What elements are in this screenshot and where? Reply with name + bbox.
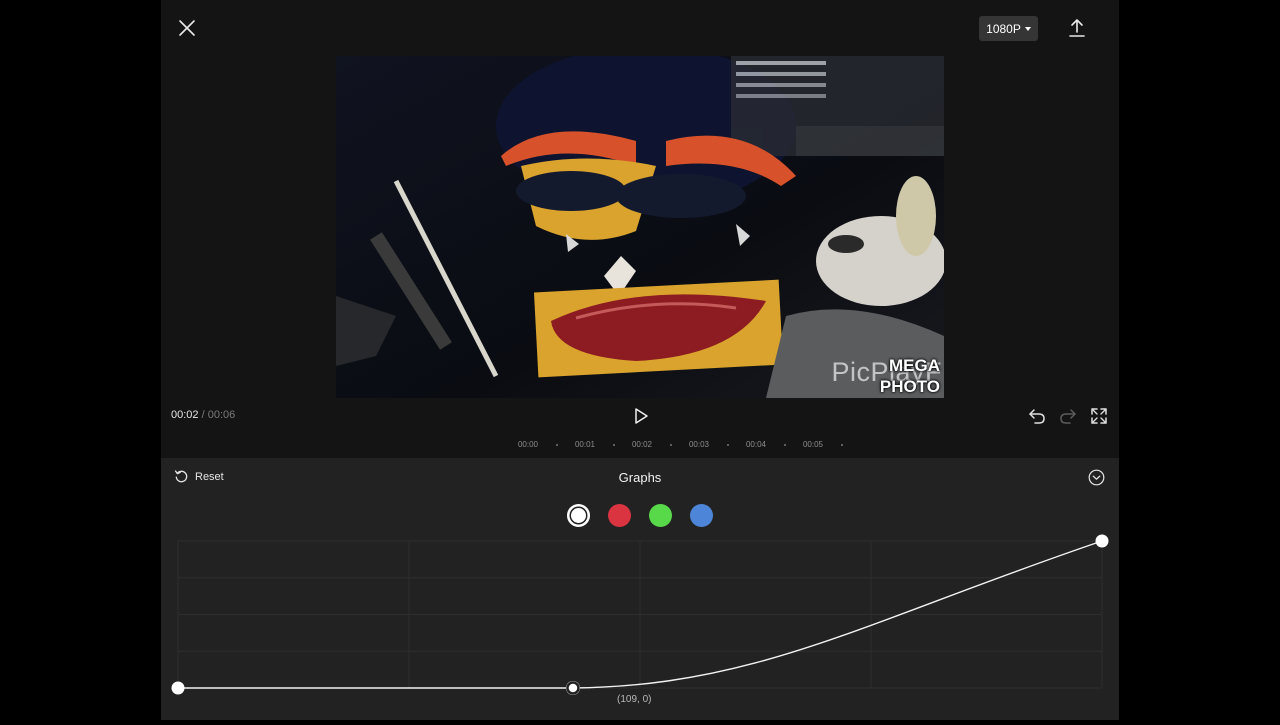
undo-button[interactable]	[1027, 406, 1047, 426]
watermark-brand-line2: PHOTO	[879, 377, 940, 396]
timecode: 00:02 / 00:06	[171, 409, 235, 421]
resolution-label: 1080P	[986, 21, 1021, 36]
channel-green-button[interactable]	[649, 504, 672, 527]
export-button[interactable]	[1065, 16, 1089, 40]
curve-point[interactable]	[1095, 534, 1109, 548]
ruler-tick-label: 00:05	[802, 440, 824, 449]
current-time: 00:02	[171, 409, 199, 421]
curve-grid	[177, 540, 1103, 689]
close-button[interactable]	[175, 16, 199, 40]
ruler-tick-label: 00:01	[574, 440, 596, 449]
video-frame	[336, 56, 944, 398]
ruler-tick-label: 00:02	[631, 440, 653, 449]
fullscreen-button[interactable]	[1089, 406, 1109, 426]
curve-editor[interactable]	[161, 528, 1119, 720]
fullscreen-icon	[1091, 408, 1107, 424]
caret-down-icon	[1024, 27, 1031, 31]
panel-title: Graphs	[618, 470, 662, 485]
curve-graph[interactable]	[161, 528, 1119, 720]
channel-white-button[interactable]	[567, 504, 590, 527]
total-time: 00:06	[207, 409, 236, 421]
ruler-tick-dot	[669, 444, 672, 446]
resolution-dropdown[interactable]: 1080P	[979, 16, 1038, 41]
ruler-tick-dot	[555, 444, 558, 446]
graphs-panel: Reset Graphs (109, 0)	[161, 458, 1119, 720]
video-preview[interactable]: PicPlayF MEGA PHOTO	[336, 56, 944, 398]
ruler-tick-label: 00:03	[688, 440, 710, 449]
close-icon	[179, 20, 195, 36]
collapse-button[interactable]	[1088, 469, 1105, 486]
time-separator: /	[201, 409, 205, 421]
ruler-tick-dot	[612, 444, 615, 446]
export-icon	[1069, 19, 1085, 37]
play-icon	[635, 408, 648, 424]
redo-icon	[1060, 409, 1076, 424]
redo-button[interactable]	[1058, 406, 1078, 426]
chevron-down-circle-icon	[1088, 469, 1105, 486]
ruler-tick-label: 00:04	[745, 440, 767, 449]
play-button[interactable]	[630, 405, 652, 427]
undo-icon	[1029, 409, 1045, 424]
curve-point[interactable]	[171, 681, 185, 695]
curve-point-selected[interactable]	[566, 681, 580, 695]
video-editor: 1080P PicPlayF MEGA PHOTO 00:02 / 00:06 …	[161, 0, 1119, 720]
timeline-ruler[interactable]: 00:00 00:01 00:02 00:03 00:04 00:05	[161, 436, 1119, 458]
watermark-brand-line1: MEGA	[889, 356, 940, 375]
ruler-tick-dot	[840, 444, 843, 446]
selected-point-coordinates: (109, 0)	[617, 694, 652, 705]
channel-blue-button[interactable]	[690, 504, 713, 527]
ruler-tick-dot	[783, 444, 786, 446]
ruler-tick-dot	[726, 444, 729, 446]
channel-red-button[interactable]	[608, 504, 631, 527]
ruler-tick-label: 00:00	[517, 440, 539, 449]
